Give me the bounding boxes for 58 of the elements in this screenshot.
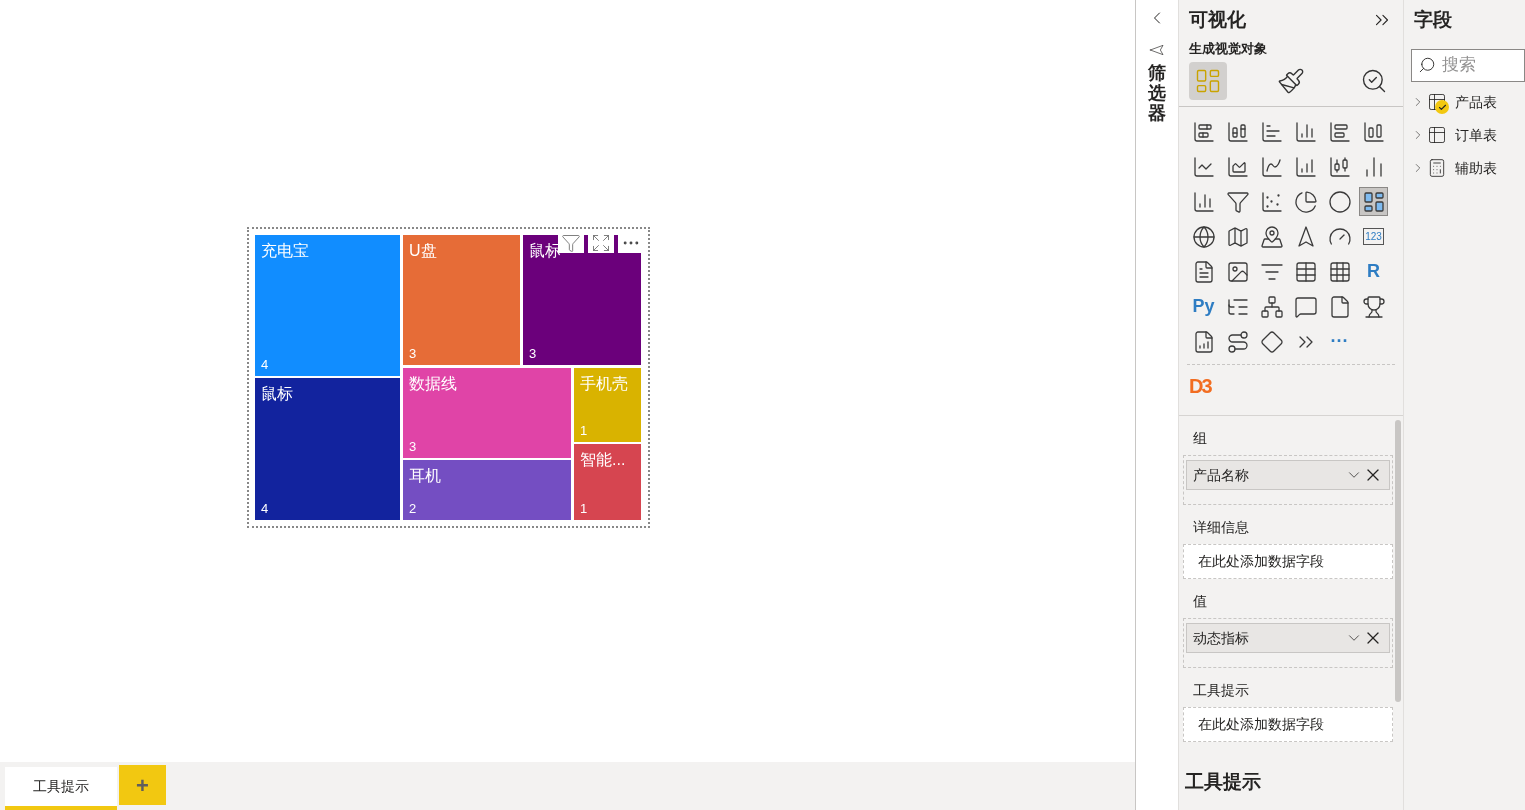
treemap-tile[interactable]: 耳机 2 bbox=[403, 460, 571, 520]
table-name[interactable]: 订单表 bbox=[1455, 124, 1497, 146]
field-name: 产品名称 bbox=[1193, 465, 1249, 485]
tile-value: 4 bbox=[261, 499, 269, 518]
tile-value: 2 bbox=[409, 499, 417, 518]
treemap-tile[interactable]: 鼠标 4 bbox=[255, 378, 400, 520]
field-name: 动态指标 bbox=[1193, 628, 1249, 648]
add-page-button[interactable]: + bbox=[119, 765, 166, 805]
tile-label: U盘 bbox=[409, 241, 437, 261]
tile-value: 4 bbox=[261, 355, 269, 374]
page-tab[interactable]: 工具提示 bbox=[5, 767, 117, 810]
tile-label: 鼠标 bbox=[529, 241, 561, 261]
treemap-tile[interactable]: 数据线 3 bbox=[403, 368, 571, 458]
field-well[interactable]: 动态指标 bbox=[1183, 618, 1393, 668]
more-visuals-button[interactable]: ··· bbox=[1325, 327, 1354, 356]
well-title: 详细信息 bbox=[1192, 518, 1250, 537]
field-chip[interactable]: 产品名称 bbox=[1186, 460, 1390, 490]
tile-label: 鼠标 bbox=[261, 384, 293, 404]
filter-pane-icon[interactable] bbox=[1149, 42, 1165, 58]
treemap-tile[interactable]: 智能... 1 bbox=[574, 444, 641, 520]
field-chip[interactable]: 动态指标 bbox=[1186, 623, 1390, 653]
focus-mode-icon[interactable] bbox=[588, 233, 614, 253]
tile-value: 3 bbox=[409, 344, 417, 363]
tile-value: 1 bbox=[580, 499, 588, 518]
fields-title: 字段 bbox=[1413, 8, 1453, 32]
field-well[interactable]: 产品名称 bbox=[1183, 455, 1393, 505]
python-icon[interactable]: Py bbox=[1189, 292, 1218, 321]
tile-label: 手机壳 bbox=[580, 374, 628, 394]
tooltip-section-title: 工具提示 bbox=[1184, 769, 1262, 794]
well-title: 组 bbox=[1192, 429, 1208, 448]
field-well[interactable]: 在此处添加数据字段 bbox=[1183, 544, 1393, 579]
tile-label: 数据线 bbox=[409, 374, 457, 394]
tile-label: 智能... bbox=[580, 450, 626, 470]
table-name[interactable]: 辅助表 bbox=[1455, 157, 1497, 179]
tile-value: 3 bbox=[529, 344, 537, 363]
table-icon bbox=[1427, 125, 1447, 145]
build-visual-label: 生成视觉对象 bbox=[1188, 39, 1268, 58]
filters-pane-title[interactable]: 筛选器 bbox=[1148, 64, 1166, 124]
fields-tab[interactable] bbox=[1189, 62, 1227, 100]
search-field[interactable]: 搜索 bbox=[1411, 48, 1525, 82]
treemap-icon[interactable] bbox=[1359, 187, 1388, 216]
table-name[interactable]: 产品表 bbox=[1455, 91, 1497, 113]
visualizations-title: 可视化 bbox=[1189, 8, 1246, 32]
well-title: 工具提示 bbox=[1192, 681, 1250, 700]
filter-icon[interactable] bbox=[558, 233, 584, 253]
field-well[interactable]: 在此处添加数据字段 bbox=[1183, 707, 1393, 742]
treemap-visual[interactable]: 充电宝 4 鼠标 4 U盘 3 鼠标 3 数据线 3 耳机 2 手机壳 1 智能... 1 bbox=[247, 227, 650, 528]
tile-label: 充电宝 bbox=[261, 241, 309, 261]
search-input[interactable]: 搜索 bbox=[1442, 52, 1518, 78]
table-icon bbox=[1427, 92, 1447, 112]
tile-value: 1 bbox=[580, 421, 588, 440]
well-title: 值 bbox=[1192, 592, 1208, 611]
r-script-icon[interactable]: R bbox=[1359, 257, 1388, 286]
tile-value: 3 bbox=[409, 437, 417, 456]
treemap-tile[interactable]: 鼠标 3 bbox=[523, 235, 641, 365]
search-icon bbox=[1418, 56, 1436, 74]
calculated-table-icon bbox=[1427, 158, 1447, 178]
tile-label: 耳机 bbox=[409, 466, 441, 486]
